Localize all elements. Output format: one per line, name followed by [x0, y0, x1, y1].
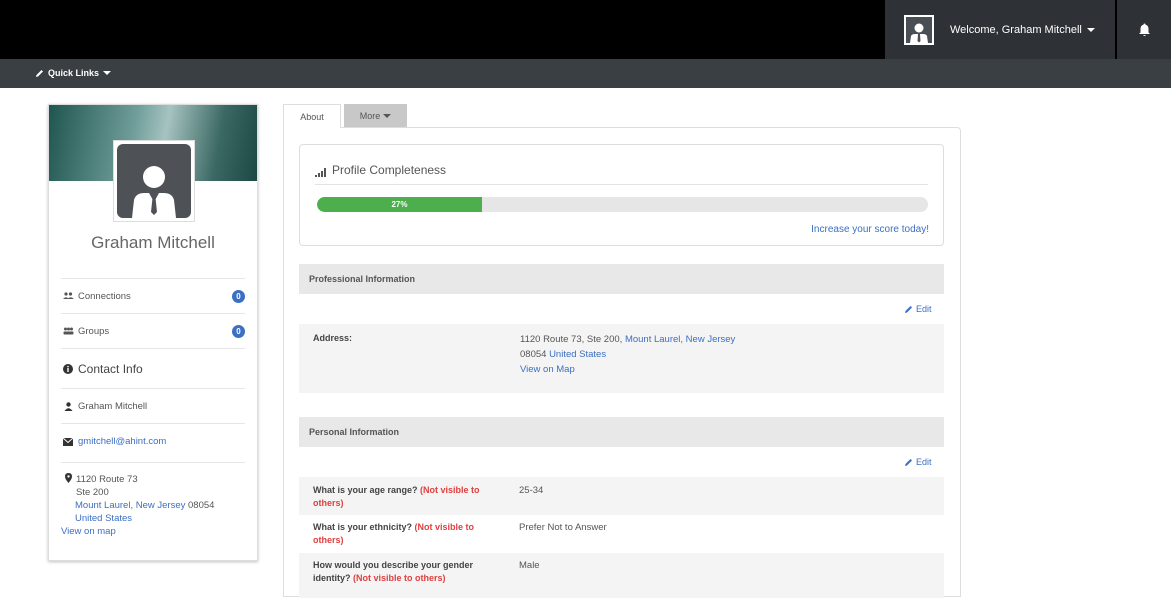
ethnicity-question: What is your ethnicity? (Not visible to … — [313, 522, 475, 545]
pencil-icon — [905, 305, 912, 313]
contact-email-row: gmitchell@ahint.com — [61, 423, 245, 459]
groups-label: Groups — [78, 325, 110, 337]
address-view-on-map-link[interactable]: View on Map — [520, 364, 575, 375]
view-on-map-link[interactable]: View on map — [61, 526, 116, 537]
ethnicity-value: Prefer Not to Answer — [519, 522, 607, 533]
address-line-2: Ste 200 — [76, 487, 109, 498]
address-city-link[interactable]: Mount Laurel, — [625, 334, 683, 345]
gender-identity-value: Male — [519, 560, 540, 571]
map-marker-icon — [61, 473, 75, 499]
completeness-progress-bar: 27% — [317, 197, 928, 212]
contact-name-row: Graham Mitchell — [61, 388, 245, 423]
completeness-progress-fill: 27% — [317, 197, 482, 212]
chevron-down-icon — [1086, 27, 1095, 32]
contact-address: 1120 Route 73 Ste 200 Mount Laurel, New … — [61, 462, 245, 538]
chevron-down-icon — [103, 71, 112, 75]
quick-links-bar: Quick Links — [0, 59, 1171, 88]
signal-bars-icon — [315, 168, 326, 177]
edit-label: Edit — [916, 304, 932, 314]
gender-identity-question: How would you describe your gender ident… — [313, 560, 474, 583]
groups-link[interactable]: Groups 0 — [61, 313, 245, 348]
address-label: Address: — [313, 333, 353, 343]
notifications-button[interactable] — [1117, 0, 1171, 59]
profile-avatar[interactable] — [113, 140, 195, 222]
contact-info-title: Contact Info — [78, 361, 143, 376]
chevron-down-icon — [383, 113, 392, 118]
address-country-link[interactable]: United States — [549, 349, 606, 360]
user-avatar-icon — [132, 166, 176, 218]
profile-card: Graham Mitchell Connections 0 Groups 0 C… — [48, 104, 258, 561]
address-row: Address: 1120 Route 73, Ste 200, Mount L… — [299, 324, 944, 393]
country-link[interactable]: United States — [75, 513, 132, 524]
ethnicity-row: What is your ethnicity? (Not visible to … — [299, 515, 944, 553]
professional-info-header: Professional Information — [299, 264, 944, 294]
connections-label: Connections — [78, 290, 131, 302]
age-range-row: What is your age range? (Not visible to … — [299, 477, 944, 515]
quick-links-dropdown[interactable]: Quick Links — [35, 68, 112, 78]
groups-count-badge: 0 — [232, 324, 245, 338]
connections-link[interactable]: Connections 0 — [61, 278, 245, 313]
connections-count-badge: 0 — [232, 289, 245, 303]
contact-info-heading: Contact Info — [61, 348, 245, 388]
not-visible-note: (Not visible to others) — [353, 573, 446, 583]
age-range-value: 25-34 — [519, 485, 544, 496]
connections-icon — [61, 292, 75, 300]
increase-score-link[interactable]: Increase your score today! — [811, 224, 929, 235]
pencil-icon — [905, 458, 912, 466]
state-link[interactable]: New Jersey — [136, 500, 186, 511]
age-range-question: What is your age range? (Not visible to … — [313, 485, 480, 508]
profile-completeness-title: Profile Completeness — [332, 163, 447, 177]
personal-edit-link[interactable]: Edit — [904, 457, 932, 467]
zip-code: 08054 — [188, 500, 215, 511]
bell-icon — [1138, 23, 1150, 36]
contact-email-link[interactable]: gmitchell@ahint.com — [78, 436, 166, 447]
quick-links-label: Quick Links — [48, 68, 100, 78]
welcome-text: Welcome, Graham Mitchell — [950, 23, 1082, 36]
address-state-link[interactable]: New Jersey — [686, 334, 736, 345]
contact-name: Graham Mitchell — [78, 400, 148, 412]
personal-info-header: Personal Information — [299, 417, 944, 447]
address-value: 1120 Route 73, Ste 200, Mount Laurel, Ne… — [520, 332, 930, 377]
user-avatar-icon — [910, 23, 928, 43]
profile-name: Graham Mitchell — [91, 233, 215, 252]
profile-completeness-heading: Profile Completeness — [315, 163, 446, 177]
profile-completeness-box: Profile Completeness 27% Increase your s… — [299, 144, 944, 246]
welcome-dropdown[interactable]: Welcome, Graham Mitchell — [950, 24, 1095, 36]
gender-identity-row: How would you describe your gender ident… — [299, 553, 944, 598]
top-navbar: Welcome, Graham Mitchell — [0, 0, 1171, 59]
user-icon — [61, 401, 75, 411]
divider — [315, 184, 928, 185]
tab-about[interactable]: About — [283, 104, 341, 128]
groups-icon — [61, 327, 75, 335]
info-circle-icon — [61, 363, 75, 374]
address-street: 1120 Route 73, Ste 200, — [520, 334, 623, 345]
envelope-icon — [61, 437, 75, 446]
city-link[interactable]: Mount Laurel, — [75, 500, 133, 511]
about-panel: Profile Completeness 27% Increase your s… — [283, 127, 961, 598]
user-avatar[interactable] — [904, 14, 934, 45]
pencil-icon — [36, 69, 43, 77]
user-menu[interactable]: Welcome, Graham Mitchell — [885, 0, 1115, 59]
professional-edit-link[interactable]: Edit — [904, 304, 932, 314]
address-zip: 08054 — [520, 349, 547, 360]
tab-more[interactable]: More — [344, 104, 407, 127]
address-line-1: 1120 Route 73 — [76, 474, 138, 485]
edit-label: Edit — [916, 457, 932, 467]
tab-more-label: More — [359, 110, 381, 121]
